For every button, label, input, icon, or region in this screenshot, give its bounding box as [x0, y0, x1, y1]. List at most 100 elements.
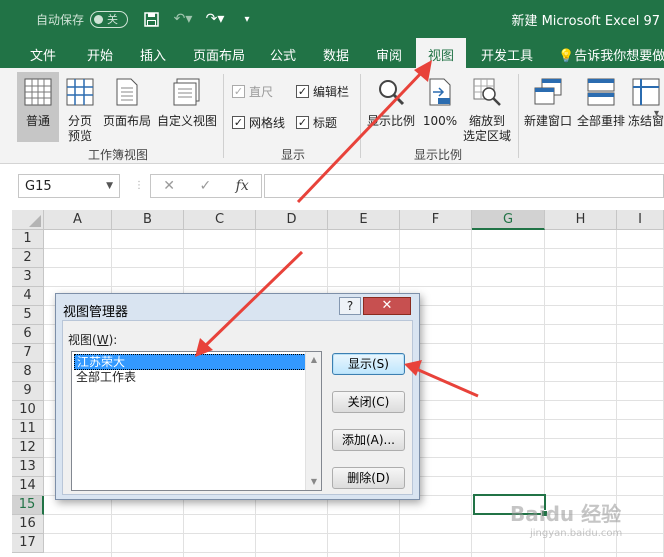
formula-bar-checkbox[interactable]: ✓ 编辑栏: [296, 83, 349, 100]
row-header[interactable]: 9: [12, 382, 44, 401]
normal-view-label: 普通: [25, 114, 50, 128]
undo-icon[interactable]: ↶▾: [174, 10, 193, 28]
row-header[interactable]: 4: [12, 287, 44, 306]
row-header[interactable]: 17: [12, 534, 44, 553]
tab-developer[interactable]: 开发工具: [481, 45, 533, 64]
row-header[interactable]: 11: [12, 420, 44, 439]
column-header[interactable]: D: [256, 210, 328, 230]
normal-view-icon: [24, 78, 52, 106]
zoom-to-selection-button[interactable]: 缩放到 选定区域: [460, 72, 514, 144]
headings-checkbox[interactable]: ✓ 标题: [296, 114, 337, 131]
tab-formulas[interactable]: 公式: [270, 45, 296, 64]
formula-buttons: ✕ ✓ fx: [150, 174, 262, 198]
row-header[interactable]: 3: [12, 268, 44, 287]
new-window-button[interactable]: 新建窗口: [522, 72, 574, 129]
redo-icon[interactable]: ↷▾: [206, 10, 225, 28]
row-header[interactable]: 15: [12, 496, 44, 515]
resize-handle-icon[interactable]: ⋮: [134, 180, 144, 191]
row-header[interactable]: 5: [12, 306, 44, 325]
row-header[interactable]: 10: [12, 401, 44, 420]
row-header[interactable]: 1: [12, 230, 44, 249]
grid-hline: [44, 286, 664, 287]
list-item[interactable]: 全部工作表: [74, 370, 306, 386]
ruler-checkbox[interactable]: ✓ 直尺: [232, 83, 273, 100]
zoom-100-icon: [429, 78, 451, 106]
cancel-icon[interactable]: ✕: [163, 178, 175, 194]
delete-button[interactable]: 删除(D): [332, 467, 405, 489]
help-button[interactable]: ?: [339, 297, 361, 315]
freeze-panes-button[interactable]: 冻结窗: [628, 72, 664, 129]
watermark-logo: Baidu 经验: [510, 502, 622, 526]
list-item[interactable]: 江苏荣大: [74, 354, 306, 370]
custom-views-icon: [173, 78, 200, 106]
autosave-toggle[interactable]: 关: [90, 10, 129, 28]
close-icon[interactable]: ✕: [363, 297, 411, 315]
new-window-icon: [534, 78, 562, 105]
gridlines-checkbox[interactable]: ✓ 网格线: [232, 114, 285, 131]
views-listbox[interactable]: 江苏荣大 全部工作表 ▲ ▼: [71, 351, 322, 491]
add-button[interactable]: 添加(A)...: [332, 429, 405, 451]
title-bar: 自动保存 关 ↶▾ ↷▾ ▾ 新建 Microsoft Excel 97: [0, 0, 664, 38]
chevron-down-icon[interactable]: ▼: [106, 181, 113, 191]
grid-hline: [44, 248, 664, 249]
checkbox-box: ✓: [296, 85, 309, 98]
checkbox-box: ✓: [232, 85, 245, 98]
page-break-preview-icon: [66, 78, 94, 106]
zoom-100-button[interactable]: 100%: [422, 72, 458, 129]
zoom-group-label: 显示比例: [414, 148, 463, 162]
formula-bar: G15 ▼ ⋮ ✕ ✓ fx: [0, 164, 664, 210]
row-header[interactable]: 14: [12, 477, 44, 496]
normal-view-button[interactable]: 普通: [17, 72, 59, 142]
insert-function-icon[interactable]: fx: [236, 178, 249, 194]
show-button[interactable]: 显示(S): [332, 353, 405, 375]
column-header[interactable]: H: [545, 210, 617, 230]
column-header[interactable]: A: [44, 210, 112, 230]
tab-file[interactable]: 文件: [30, 45, 56, 64]
checkbox-box: ✓: [296, 116, 309, 129]
column-header[interactable]: C: [184, 210, 256, 230]
page-layout-view-button[interactable]: 页面布局: [101, 72, 153, 129]
name-box[interactable]: G15 ▼: [18, 174, 120, 198]
custom-views-button[interactable]: 自定义视图: [156, 72, 218, 129]
formula-input[interactable]: [264, 174, 664, 198]
customize-qat-icon[interactable]: ▾: [238, 10, 256, 28]
views-label-text: 视图(: [68, 333, 97, 347]
column-header[interactable]: E: [328, 210, 400, 230]
tab-home[interactable]: 开始: [87, 45, 113, 64]
magnifier-icon: [379, 80, 405, 106]
left-strip: [0, 210, 12, 557]
row-header[interactable]: 16: [12, 515, 44, 534]
scroll-down-icon[interactable]: ▼: [306, 474, 322, 490]
row-header[interactable]: 2: [12, 249, 44, 268]
row-header[interactable]: 12: [12, 439, 44, 458]
view-manager-dialog: 视图管理器 ? ✕ 视图(W): 江苏荣大 全部工作表 ▲ ▼ 显示(S) 关闭…: [55, 293, 420, 500]
tab-page-layout[interactable]: 页面布局: [193, 45, 245, 64]
zoom-button[interactable]: 显示比例: [366, 72, 416, 129]
row-header[interactable]: 8: [12, 363, 44, 382]
arrange-all-button[interactable]: 全部重排: [576, 72, 626, 129]
chevron-down-icon[interactable]: ▾: [654, 108, 659, 119]
save-icon[interactable]: [142, 10, 160, 28]
close-button[interactable]: 关闭(C): [332, 391, 405, 413]
tab-data[interactable]: 数据: [323, 45, 349, 64]
row-header[interactable]: 6: [12, 325, 44, 344]
scroll-up-icon[interactable]: ▲: [306, 352, 322, 368]
tab-view[interactable]: 视图: [416, 38, 467, 68]
listbox-scrollbar[interactable]: ▲ ▼: [305, 352, 321, 490]
column-header[interactable]: F: [400, 210, 472, 230]
tell-me-search[interactable]: 💡告诉我你想要做什: [558, 45, 664, 64]
dialog-body: 视图(W): 江苏荣大 全部工作表 ▲ ▼ 显示(S) 关闭(C) 添加(A).…: [62, 320, 413, 495]
row-header[interactable]: 7: [12, 344, 44, 363]
tab-insert[interactable]: 插入: [140, 45, 166, 64]
column-header[interactable]: B: [112, 210, 184, 230]
zoom-100-label: 100%: [422, 114, 458, 128]
column-header[interactable]: G: [472, 210, 545, 230]
tab-review[interactable]: 审阅: [376, 45, 402, 64]
ribbon-view: 普通 分页 预览 页面布局 自定义视图 工作簿视图 ✓ 直尺 ✓ 编辑栏 ✓ 网格线: [0, 68, 664, 164]
column-header[interactable]: I: [617, 210, 664, 230]
group-separator: [223, 74, 224, 158]
select-all-corner[interactable]: [12, 210, 44, 230]
row-header[interactable]: 13: [12, 458, 44, 477]
enter-icon[interactable]: ✓: [199, 178, 211, 194]
page-break-preview-button[interactable]: 分页 预览: [64, 72, 96, 144]
